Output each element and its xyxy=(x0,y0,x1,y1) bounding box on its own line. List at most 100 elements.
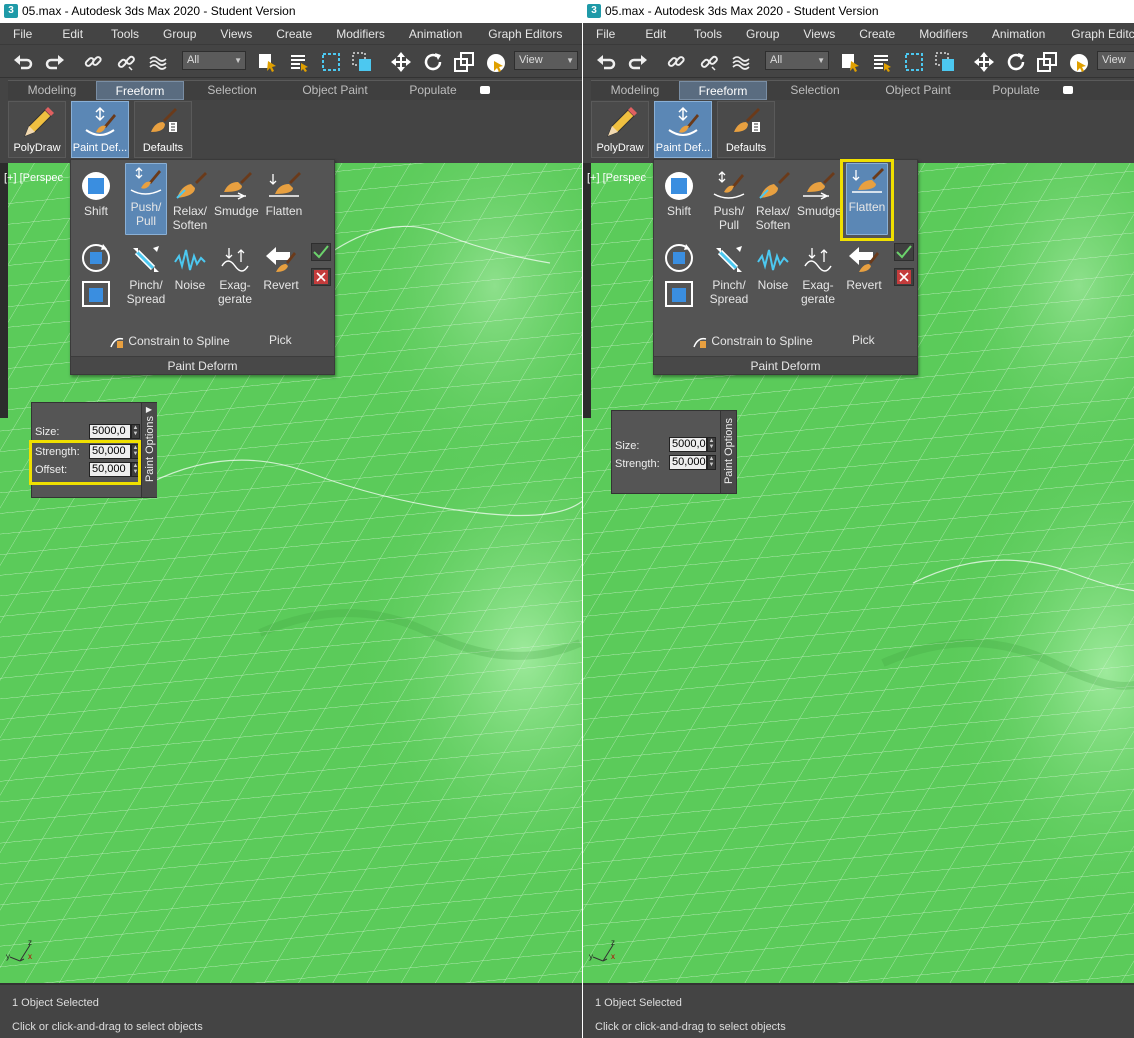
menu-animation[interactable]: Animation xyxy=(992,23,1045,45)
redo-button[interactable] xyxy=(42,49,68,75)
size-spinner[interactable]: ▲ ▼ xyxy=(131,424,140,439)
revert-tool[interactable]: Revert xyxy=(260,242,302,292)
link-button[interactable] xyxy=(80,49,106,75)
tab-populate[interactable]: Populate xyxy=(390,81,476,100)
undo-button[interactable] xyxy=(10,49,36,75)
paint-deform-button[interactable]: Paint Def... xyxy=(71,101,129,158)
viewport-label[interactable]: [+] [Perspec xyxy=(587,172,646,184)
noise-tool[interactable]: Noise xyxy=(752,242,794,292)
tab-object-paint[interactable]: Object Paint xyxy=(280,81,390,100)
viewport-label[interactable]: [+] [Perspec xyxy=(4,172,63,184)
constrain-to-spline-toggle[interactable]: Constrain to Spline xyxy=(692,334,813,349)
tab-freeform[interactable]: Freeform xyxy=(679,81,767,100)
defaults-button[interactable]: Defaults xyxy=(717,101,775,158)
menu-edit[interactable]: Edit xyxy=(62,23,83,45)
select-object-button[interactable] xyxy=(254,49,280,75)
ribbon-options-dropdown[interactable] xyxy=(1063,85,1073,94)
selection-filter-dropdown[interactable]: All ▼ xyxy=(765,51,829,70)
window-crossing-button[interactable] xyxy=(932,49,958,75)
select-object-button[interactable] xyxy=(837,49,863,75)
menu-animation[interactable]: Animation xyxy=(409,23,462,45)
redo-button[interactable] xyxy=(625,49,651,75)
relax-soften-tool[interactable]: Relax/Soften xyxy=(169,168,211,232)
shift-tool[interactable]: Shift xyxy=(75,168,117,218)
tab-populate[interactable]: Populate xyxy=(973,81,1059,100)
exaggerate-tool[interactable]: Exag-gerate xyxy=(214,242,256,306)
push-pull-tool[interactable]: Push/Pull xyxy=(708,168,750,232)
relax-soften-tool[interactable]: Relax/Soften xyxy=(752,168,794,232)
window-crossing-button[interactable] xyxy=(349,49,375,75)
move-button[interactable] xyxy=(971,49,997,75)
tab-object-paint[interactable]: Object Paint xyxy=(863,81,973,100)
ok-button[interactable] xyxy=(311,243,331,261)
size-spinner[interactable]: ▲ ▼ xyxy=(707,437,716,452)
constrain-to-spline-toggle[interactable]: Constrain to Spline xyxy=(109,334,230,349)
bind-space-warp-button[interactable] xyxy=(728,49,754,75)
menu-views[interactable]: Views xyxy=(220,23,252,45)
select-manipulate-button[interactable] xyxy=(1066,49,1092,75)
strength-input[interactable]: 50,000 xyxy=(669,455,707,470)
size-input[interactable]: 5000,0 xyxy=(89,424,131,439)
cancel-button[interactable] xyxy=(894,268,914,286)
undo-button[interactable] xyxy=(593,49,619,75)
paint-options-tab[interactable]: Paint Options xyxy=(141,403,157,497)
flatten-tool[interactable]: Flatten xyxy=(263,168,305,218)
menu-tools[interactable]: Tools xyxy=(694,23,722,45)
paint-deform-button[interactable]: Paint Def... xyxy=(654,101,712,158)
pick-button[interactable]: Pick xyxy=(852,333,875,347)
paint-options-tab[interactable]: Paint Options xyxy=(720,411,736,493)
selection-filter-dropdown[interactable]: All ▼ xyxy=(182,51,246,70)
tab-modeling[interactable]: Modeling xyxy=(591,81,679,100)
link-button[interactable] xyxy=(663,49,689,75)
rectangular-selection-button[interactable] xyxy=(318,49,344,75)
menu-edit[interactable]: Edit xyxy=(645,23,666,45)
rectangular-selection-button[interactable] xyxy=(901,49,927,75)
bind-space-warp-button[interactable] xyxy=(145,49,171,75)
push-pull-tool[interactable]: Push/Pull xyxy=(125,163,167,235)
noise-tool[interactable]: Noise xyxy=(169,242,211,292)
scale-button[interactable] xyxy=(451,49,477,75)
tab-modeling[interactable]: Modeling xyxy=(8,81,96,100)
rotate-tool[interactable] xyxy=(75,240,117,276)
unlink-button[interactable] xyxy=(696,49,722,75)
ok-button[interactable] xyxy=(894,243,914,261)
menu-group[interactable]: Group xyxy=(746,23,779,45)
pinch-spread-tool[interactable]: Pinch/Spread xyxy=(125,242,167,306)
tab-selection[interactable]: Selection xyxy=(767,81,863,100)
unlink-button[interactable] xyxy=(113,49,139,75)
shift-tool[interactable]: Shift xyxy=(658,168,700,218)
menu-create[interactable]: Create xyxy=(276,23,312,45)
select-manipulate-button[interactable] xyxy=(483,49,509,75)
menu-file[interactable]: File xyxy=(596,23,615,45)
size-input[interactable]: 5000,0 xyxy=(669,437,707,452)
tab-freeform[interactable]: Freeform xyxy=(96,81,184,100)
polydraw-button[interactable]: PolyDraw xyxy=(8,101,66,158)
menu-modifiers[interactable]: Modifiers xyxy=(919,23,968,45)
menu-graph-editors[interactable]: Graph Editors xyxy=(488,23,562,45)
rotate-button[interactable] xyxy=(420,49,446,75)
scale-button[interactable] xyxy=(1034,49,1060,75)
menu-modifiers[interactable]: Modifiers xyxy=(336,23,385,45)
pick-button[interactable]: Pick xyxy=(269,333,292,347)
scale-tool[interactable] xyxy=(658,276,700,312)
select-by-name-button[interactable] xyxy=(869,49,895,75)
menu-tools[interactable]: Tools xyxy=(111,23,139,45)
reference-coord-dropdown[interactable]: View ▼ xyxy=(514,51,578,70)
menu-group[interactable]: Group xyxy=(163,23,196,45)
pinch-spread-tool[interactable]: Pinch/Spread xyxy=(708,242,750,306)
smudge-tool[interactable]: Smudge xyxy=(214,168,259,218)
smudge-tool[interactable]: Smudge xyxy=(797,168,842,218)
rotate-button[interactable] xyxy=(1003,49,1029,75)
reference-coord-dropdown[interactable]: View xyxy=(1097,51,1134,70)
strength-spinner[interactable]: ▲ ▼ xyxy=(707,455,716,470)
ribbon-options-dropdown[interactable] xyxy=(480,85,490,94)
defaults-button[interactable]: Defaults xyxy=(134,101,192,158)
revert-tool[interactable]: Revert xyxy=(843,242,885,292)
chevron-right-icon[interactable]: ▶ xyxy=(146,405,152,414)
polydraw-button[interactable]: PolyDraw xyxy=(591,101,649,158)
cancel-button[interactable] xyxy=(311,268,331,286)
tab-selection[interactable]: Selection xyxy=(184,81,280,100)
scale-tool[interactable] xyxy=(75,276,117,312)
move-button[interactable] xyxy=(388,49,414,75)
select-by-name-button[interactable] xyxy=(286,49,312,75)
